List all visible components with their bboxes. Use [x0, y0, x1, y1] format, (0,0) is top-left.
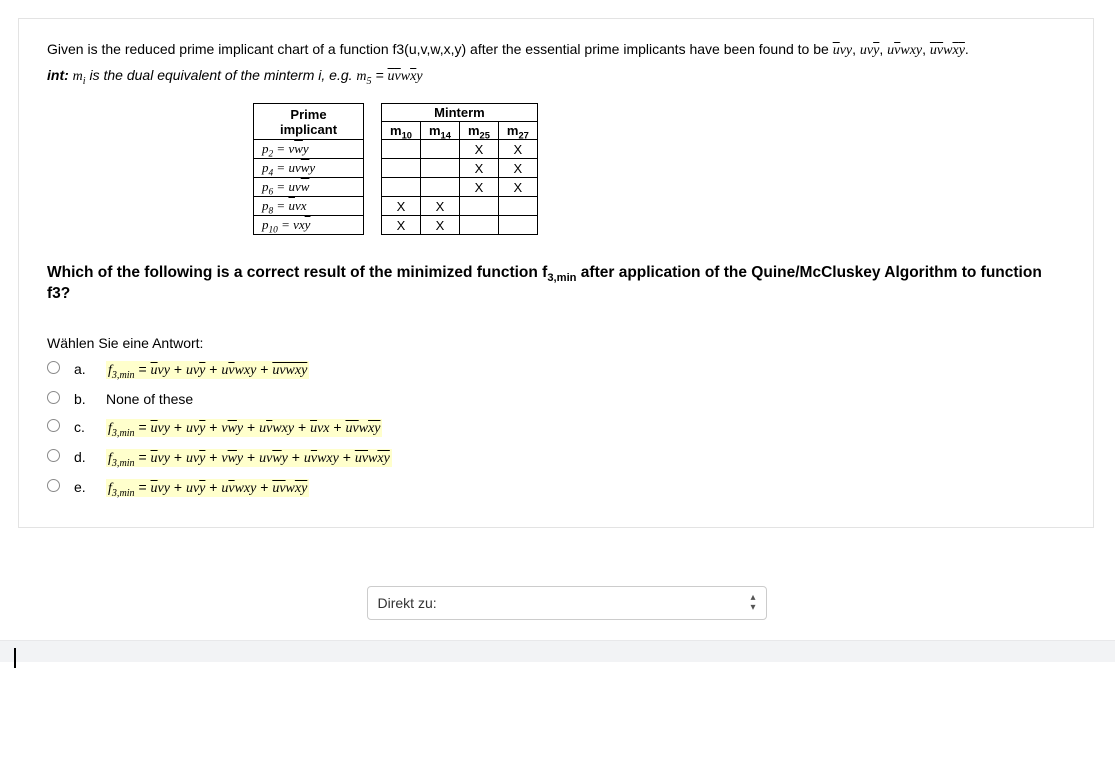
answers-lead: Wählen Sie eine Antwort: — [47, 335, 1065, 351]
radio-icon[interactable] — [47, 361, 60, 374]
question-card: Given is the reduced prime implicant cha… — [18, 18, 1094, 528]
radio-icon[interactable] — [47, 391, 60, 404]
option-text: f3,min = uvy + uvy + vwy + uvwxy + uvx +… — [106, 419, 382, 437]
col-m27: m27 — [498, 122, 537, 140]
question-text: Given is the reduced prime implicant cha… — [47, 39, 1065, 85]
head-prime: Primeimplicant — [280, 107, 337, 137]
pi-chart: Primeimplicant Minterm m10 m14 m25 m27 p… — [253, 103, 1065, 235]
option-text: None of these — [106, 391, 193, 407]
hint-before: int: — [47, 67, 69, 83]
option-key: e. — [74, 479, 92, 495]
radio-icon[interactable] — [47, 419, 60, 432]
option-key: a. — [74, 361, 92, 377]
answer-option-c[interactable]: c. f3,min = uvy + uvy + vwy + uvwxy + uv… — [47, 417, 1065, 437]
radio-icon[interactable] — [47, 479, 60, 492]
option-key: d. — [74, 449, 92, 465]
jump-to-label: Direkt zu: — [378, 595, 751, 611]
option-text: f3,min = uvy + uvy + uvwxy + uvwxy — [106, 479, 309, 497]
jump-to-select[interactable]: Direkt zu: ▴▾ — [367, 586, 767, 620]
table-row: p4 = uvwy XX — [254, 159, 538, 178]
answer-option-a[interactable]: a. f3,min = uvy + uvy + uvwxy + uvwxy — [47, 359, 1065, 379]
head-minterm: Minterm — [382, 104, 538, 122]
table-row: p6 = uvw XX — [254, 178, 538, 197]
intro-line: Given is the reduced prime implicant cha… — [47, 41, 833, 57]
table-row: p8 = uvx XX — [254, 197, 538, 216]
option-key: c. — [74, 419, 92, 435]
question-prompt: Which of the following is a correct resu… — [47, 263, 1065, 305]
text-caret — [14, 648, 16, 668]
col-m10: m10 — [382, 122, 421, 140]
col-m14: m14 — [420, 122, 459, 140]
table-row: p2 = vwy XX — [254, 140, 538, 159]
radio-icon[interactable] — [47, 449, 60, 462]
answer-option-b[interactable]: b. None of these — [47, 389, 1065, 407]
option-text: f3,min = uvy + uvy + vwy + uvwy + uvwxy … — [106, 449, 392, 467]
footer-band — [0, 640, 1115, 662]
answer-option-e[interactable]: e. f3,min = uvy + uvy + uvwxy + uvwxy — [47, 477, 1065, 497]
option-key: b. — [74, 391, 92, 407]
chevron-updown-icon: ▴▾ — [750, 593, 755, 613]
col-m25: m25 — [459, 122, 498, 140]
table-row: p10 = vxy XX — [254, 216, 538, 235]
answers-list: a. f3,min = uvy + uvy + uvwxy + uvwxy b.… — [47, 359, 1065, 497]
option-text: f3,min = uvy + uvy + uvwxy + uvwxy — [106, 361, 309, 379]
answer-option-d[interactable]: d. f3,min = uvy + uvy + vwy + uvwy + uvw… — [47, 447, 1065, 467]
